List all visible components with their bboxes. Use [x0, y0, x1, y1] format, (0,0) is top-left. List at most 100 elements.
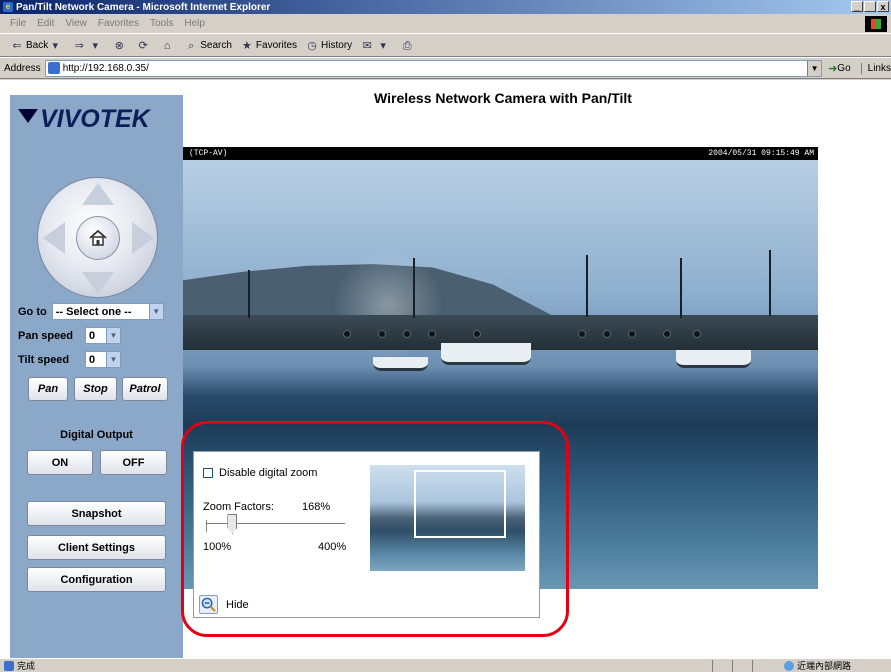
video-header: (TCP-AV) 2004/05/31 09:15:49 AM: [183, 147, 818, 160]
ptz-control-pad: [37, 177, 158, 298]
favorites-button[interactable]: ★ Favorites: [240, 39, 297, 53]
menu-help[interactable]: Help: [184, 18, 205, 29]
boat-shape: [373, 357, 428, 371]
window-title-bar: e Pan/Tilt Network Camera - Microsoft In…: [0, 0, 891, 14]
tire-shape: [603, 330, 611, 338]
home-button[interactable]: ⌂: [160, 39, 176, 53]
stream-protocol: (TCP-AV): [189, 149, 228, 158]
favorites-icon: ★: [241, 39, 252, 52]
chevron-down-icon: ▼: [148, 304, 163, 319]
tilt-speed-value: 0: [89, 353, 96, 366]
windows-logo-icon: [865, 16, 887, 32]
search-button[interactable]: ⌕ Search: [184, 39, 232, 53]
stop-load-button[interactable]: ⊗: [112, 39, 128, 53]
dropdown-icon: ▾: [92, 39, 98, 52]
go-label: Go: [837, 62, 851, 74]
goto-value: -- Select one --: [55, 305, 132, 318]
tire-shape: [343, 330, 351, 338]
pan-speed-row: Pan speed 0 ▼: [18, 327, 121, 344]
home-icon: ⌂: [163, 39, 171, 52]
tire-shape: [578, 330, 586, 338]
client-settings-button[interactable]: Client Settings: [27, 535, 166, 560]
stop-icon: ⊗: [114, 39, 124, 52]
menu-file[interactable]: File: [10, 18, 26, 29]
links-button[interactable]: Links: [860, 62, 891, 74]
digital-output-on-button[interactable]: ON: [27, 450, 93, 475]
mail-icon: ✉: [362, 39, 372, 52]
boat-shape: [441, 343, 531, 365]
ie-icon: e: [3, 2, 13, 12]
goto-select[interactable]: -- Select one -- ▼: [51, 303, 164, 320]
page-icon: [47, 62, 60, 74]
chevron-down-icon: ▼: [106, 352, 120, 367]
logo-mark-icon: [18, 108, 38, 131]
configuration-button[interactable]: Configuration: [27, 567, 166, 592]
digital-output-label: Digital Output: [60, 429, 133, 441]
tilt-speed-select[interactable]: 0 ▼: [85, 351, 121, 368]
security-zone: 近端內部網路: [783, 659, 851, 672]
forward-button[interactable]: ⇒ ▾: [72, 39, 104, 53]
go-arrow-icon: ➜: [828, 62, 838, 75]
window-title: Pan/Tilt Network Camera - Microsoft Inte…: [16, 1, 271, 13]
tire-shape: [628, 330, 636, 338]
pan-button[interactable]: Pan: [28, 377, 68, 401]
boat-shape: [676, 350, 751, 368]
tire-shape: [428, 330, 436, 338]
minimize-button[interactable]: _: [851, 1, 863, 12]
pole-shape: [586, 255, 588, 317]
close-button[interactable]: x: [877, 1, 889, 12]
menu-favorites[interactable]: Favorites: [98, 18, 139, 29]
tilt-up-icon[interactable]: [82, 183, 114, 205]
toolbar: ⇐ Back ▾ ⇒ ▾ ⊗ ⟳ ⌂ ⌕ Search ★ Favorites …: [0, 35, 891, 57]
tilt-down-icon[interactable]: [82, 272, 114, 294]
status-text: 完成: [17, 661, 36, 671]
menu-edit[interactable]: Edit: [37, 18, 54, 29]
menu-tools[interactable]: Tools: [150, 18, 173, 29]
tilt-speed-row: Tilt speed 0 ▼: [18, 351, 121, 368]
menu-bar: File Edit View Favorites Tools Help: [0, 14, 891, 34]
page-title: Wireless Network Camera with Pan/Tilt: [374, 90, 632, 106]
dropdown-icon: ▾: [52, 39, 58, 52]
refresh-button[interactable]: ⟳: [136, 39, 152, 53]
patrol-button[interactable]: Patrol: [122, 377, 168, 401]
pole-shape: [680, 258, 682, 318]
goto-row: Go to -- Select one -- ▼: [18, 303, 164, 320]
print-icon: ⎙: [402, 39, 412, 52]
snapshot-button[interactable]: Snapshot: [27, 501, 166, 526]
page-icon: [4, 660, 14, 671]
back-button[interactable]: ⇐ Back ▾: [10, 39, 64, 53]
mail-button[interactable]: ✉ ▾: [360, 39, 392, 53]
vivotek-logo: VIVOTEK: [18, 105, 150, 134]
tire-shape: [403, 330, 411, 338]
address-label: Address: [4, 62, 41, 74]
history-button[interactable]: ◷ History: [305, 39, 352, 53]
ptz-home-button[interactable]: [76, 216, 120, 260]
print-button[interactable]: ⎙: [400, 39, 416, 53]
chevron-down-icon: ▼: [106, 328, 120, 343]
menu-view[interactable]: View: [65, 18, 87, 29]
address-input[interactable]: http://192.168.0.35/ ▼: [44, 59, 823, 77]
back-label: Back: [26, 40, 49, 51]
forward-arrow-icon: ⇒: [74, 39, 84, 52]
pan-right-icon[interactable]: [132, 222, 154, 254]
highlight-outline: [181, 421, 569, 637]
maximize-button[interactable]: [864, 1, 876, 12]
goto-label: Go to: [18, 305, 47, 318]
search-icon: ⌕: [188, 39, 195, 52]
pan-left-icon[interactable]: [43, 222, 65, 254]
status-bar: 完成 近端內部網路: [0, 658, 891, 672]
go-button[interactable]: ➜ Go: [828, 62, 851, 75]
tire-shape: [693, 330, 701, 338]
pole-shape: [413, 258, 415, 318]
pole-shape: [248, 270, 250, 318]
pan-speed-select[interactable]: 0 ▼: [85, 327, 121, 344]
refresh-icon: ⟳: [138, 39, 148, 52]
pole-shape: [769, 250, 771, 316]
address-bar: Address http://192.168.0.35/ ▼ ➜ Go Link…: [0, 57, 891, 79]
tilt-speed-label: Tilt speed: [18, 353, 70, 366]
stop-button[interactable]: Stop: [74, 377, 117, 401]
tire-shape: [663, 330, 671, 338]
address-dropdown-icon[interactable]: ▼: [807, 60, 822, 76]
status-separator: [732, 660, 733, 672]
digital-output-off-button[interactable]: OFF: [100, 450, 167, 475]
